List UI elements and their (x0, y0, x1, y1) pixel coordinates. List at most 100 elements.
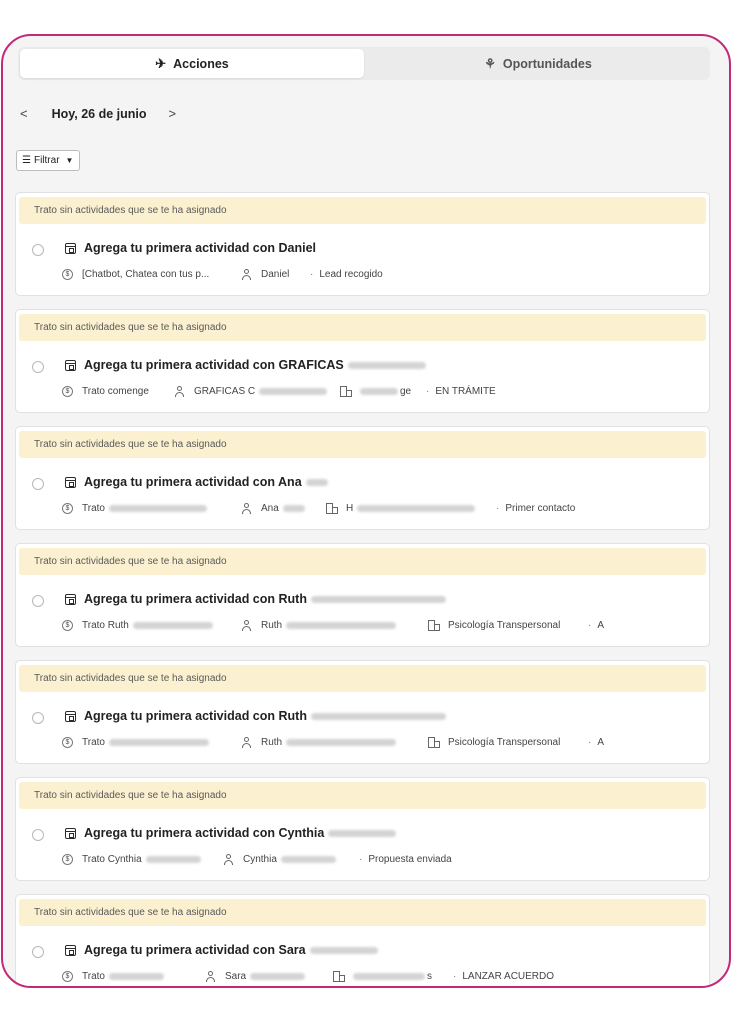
card-meta: $ Trato Ruth Ruth Psicología Transpersona… (16, 620, 709, 634)
deal-item[interactable]: $ Trato Ruth (62, 620, 213, 631)
org-text: ge (400, 386, 412, 397)
org-item[interactable]: Psicología Transpersonal (428, 737, 560, 748)
app-frame: ✈ Acciones ⚘ Oportunidades < Hoy, 26 de … (1, 34, 731, 988)
card-meta: $ Trato comenge GRAFICAS C ge · EN TRÁMITE (16, 386, 709, 400)
card-title[interactable]: Agrega tu primera actividad con Ana (65, 475, 328, 489)
org-text: Psicología Transpersonal (448, 620, 561, 631)
contact-item[interactable]: Ruth (241, 620, 397, 631)
building-icon (428, 737, 440, 748)
date-navigator: < Hoy, 26 de junio > (18, 106, 178, 121)
redacted-text (347, 361, 426, 369)
org-item[interactable]: ge (340, 386, 411, 397)
org-text: s (427, 971, 432, 982)
separator-dot: · (496, 503, 500, 514)
org-item[interactable]: Psicología Transpersonal (428, 620, 560, 631)
contact-item[interactable]: Ana (241, 503, 305, 514)
complete-radio[interactable] (32, 712, 44, 724)
handshake-icon: ⚘ (484, 55, 496, 71)
redacted-text (353, 973, 425, 980)
contact-item[interactable]: Cynthia (223, 854, 336, 865)
card-banner: Trato sin actividades que se te ha asign… (19, 197, 706, 224)
contact-text: Daniel (261, 269, 290, 280)
card-meta: $ Trato Ruth Psicología Transpersonal · A (16, 737, 709, 751)
complete-radio[interactable] (32, 478, 44, 490)
prev-day-button[interactable]: < (18, 106, 30, 121)
deal-text: Trato Cynthia (82, 854, 142, 865)
deal-item[interactable]: $ Trato (62, 737, 209, 748)
card-title[interactable]: Agrega tu primera actividad con Cynthia (65, 826, 397, 840)
calendar-icon (65, 359, 76, 371)
stage-item: · A (588, 620, 604, 631)
redacted-text (357, 505, 476, 512)
contact-text: Ruth (261, 737, 283, 748)
complete-radio[interactable] (32, 244, 44, 256)
calendar-icon (65, 827, 76, 839)
deal-item[interactable]: $ Trato (62, 971, 164, 982)
contact-item[interactable]: GRAFICAS C (174, 386, 328, 397)
card-title-text: Agrega tu primera actividad con Cynthia (84, 826, 325, 840)
building-icon (428, 620, 440, 631)
list-item: Trato sin actividades que se te ha asign… (15, 543, 710, 647)
contact-item[interactable]: Sara (205, 971, 306, 982)
card-title[interactable]: Agrega tu primera actividad con Daniel (65, 241, 316, 255)
list-item: Trato sin actividades que se te ha asign… (15, 426, 710, 530)
list-item: Trato sin actividades que se te ha asign… (15, 192, 710, 296)
deal-text: Trato (82, 737, 105, 748)
card-title-text: Agrega tu primera actividad con Ruth (84, 709, 307, 723)
dollar-icon: $ (62, 620, 73, 631)
stage-text: A (597, 737, 605, 748)
org-item[interactable]: H (326, 503, 476, 514)
card-title[interactable]: Agrega tu primera actividad con Ruth (65, 592, 446, 606)
separator-dot: · (588, 737, 592, 748)
next-day-button[interactable]: > (167, 106, 179, 121)
complete-radio[interactable] (32, 946, 44, 958)
stage-text: Propuesta enviada (368, 854, 452, 865)
separator-dot: · (453, 971, 457, 982)
tab-acciones-label: Acciones (173, 56, 229, 71)
redacted-text (286, 622, 397, 629)
stage-item: · EN TRÁMITE (426, 386, 496, 397)
redacted-text (309, 946, 378, 954)
tab-acciones[interactable]: ✈ Acciones (20, 49, 364, 78)
redacted-text (145, 856, 201, 863)
filter-button[interactable]: ☰ Filtrar ▼ (16, 150, 81, 171)
contact-item[interactable]: Ruth (241, 737, 397, 748)
contact-text: GRAFICAS C (194, 386, 256, 397)
list-item: Trato sin actividades que se te ha asign… (15, 894, 710, 986)
deal-item[interactable]: $ Trato (62, 503, 207, 514)
tab-oportunidades[interactable]: ⚘ Oportunidades (366, 47, 710, 80)
person-icon (174, 386, 185, 397)
org-item[interactable]: s (333, 971, 432, 982)
calendar-icon (65, 242, 76, 254)
deal-item[interactable]: $ Trato Cynthia (62, 854, 201, 865)
building-icon (340, 386, 352, 397)
complete-radio[interactable] (32, 595, 44, 607)
calendar-icon (65, 476, 76, 488)
contact-item[interactable]: Daniel (241, 269, 289, 280)
person-icon (241, 269, 252, 280)
card-meta: $ Trato Ana H · Primer contacto (16, 503, 709, 517)
complete-radio[interactable] (32, 361, 44, 373)
complete-radio[interactable] (32, 829, 44, 841)
redacted-text (310, 595, 446, 603)
card-title[interactable]: Agrega tu primera actividad con Sara (65, 943, 378, 957)
card-title-text: Agrega tu primera actividad con GRAFICAS (84, 358, 344, 372)
calendar-icon (65, 944, 76, 956)
deal-item[interactable]: $ [Chatbot, Chatea con tus p... (62, 269, 209, 280)
card-title[interactable]: Agrega tu primera actividad con Ruth (65, 709, 446, 723)
stage-text: Lead recogido (319, 269, 383, 280)
card-banner: Trato sin actividades que se te ha asign… (19, 782, 706, 809)
redacted-text (280, 856, 336, 863)
redacted-text (250, 973, 306, 980)
org-text: H (346, 503, 354, 514)
stage-item: · LANZAR ACUERDO (453, 971, 554, 982)
card-title[interactable]: Agrega tu primera actividad con GRAFICAS (65, 358, 426, 372)
deal-item[interactable]: $ Trato comenge (62, 386, 149, 397)
redacted-text (310, 712, 446, 720)
person-icon (223, 854, 234, 865)
tab-oportunidades-label: Oportunidades (502, 56, 592, 71)
card-banner: Trato sin actividades que se te ha asign… (19, 548, 706, 575)
dollar-icon: $ (62, 737, 73, 748)
filter-label: Filtrar (33, 155, 60, 166)
redacted-text (259, 388, 328, 395)
